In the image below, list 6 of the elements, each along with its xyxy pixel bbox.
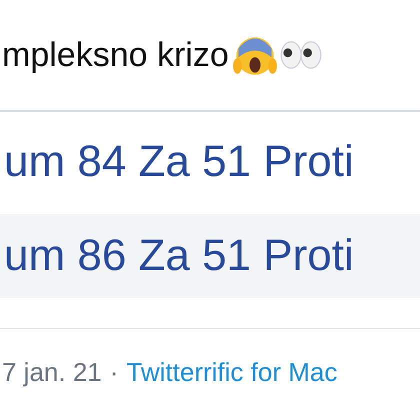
table-row-text: um 84 Za 51 Proti — [3, 137, 354, 187]
tweet-date: 7 jan. 21 — [2, 356, 102, 388]
tweet-text: mpleksno krizo — [2, 36, 229, 74]
table-row-text: um 86 Za 51 Proti — [3, 231, 354, 281]
source-link[interactable]: Twitterrific for Mac — [126, 356, 338, 388]
separator: · — [110, 356, 118, 388]
